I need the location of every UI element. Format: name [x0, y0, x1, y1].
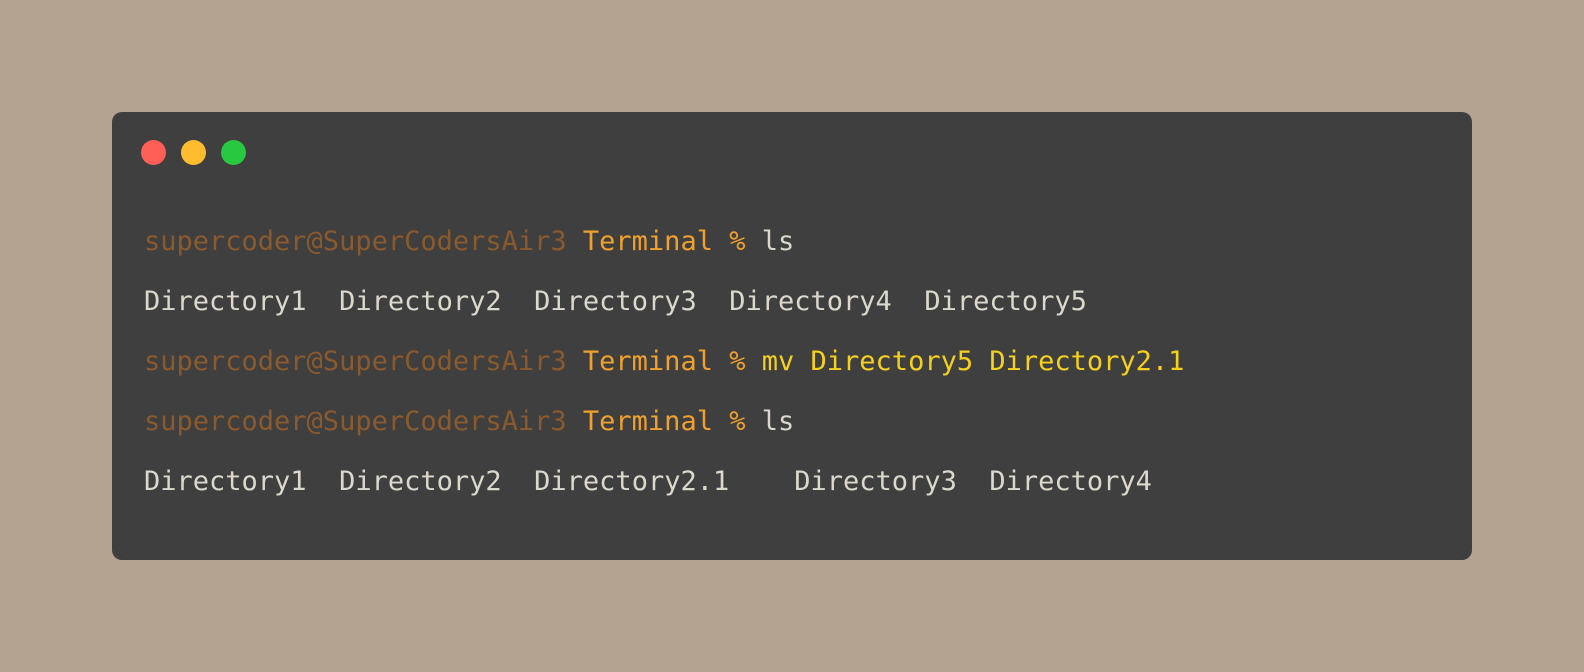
maximize-window-button[interactable]	[221, 140, 246, 165]
minimize-window-button[interactable]	[181, 140, 206, 165]
close-window-button[interactable]	[141, 140, 166, 165]
directory-entry: Directory2	[339, 286, 502, 317]
prompt-user: supercoder@SuperCodersAir3	[144, 406, 567, 437]
directory-entry: Directory3	[534, 286, 697, 317]
terminal-window[interactable]: supercoder@SuperCodersAir3 Terminal % ls…	[112, 112, 1472, 560]
prompt-directory: Terminal	[582, 406, 713, 437]
command-text: ls	[761, 406, 795, 437]
directory-entry: Directory1	[144, 466, 307, 497]
prompt-symbol: %	[729, 346, 746, 377]
terminal-line-output: Directory1 Directory2 Directory3 Directo…	[144, 277, 1452, 337]
prompt-directory: Terminal	[582, 226, 713, 257]
terminal-line-command: supercoder@SuperCodersAir3 Terminal % mv…	[144, 337, 1452, 397]
prompt-symbol: %	[729, 406, 746, 437]
terminal-line-output: Directory1 Directory2 Directory2.1 Direc…	[144, 457, 1452, 517]
prompt-user: supercoder@SuperCodersAir3	[144, 226, 567, 257]
command-arguments: Directory5 Directory2.1	[810, 346, 1185, 377]
command-text: ls	[761, 226, 795, 257]
terminal-output[interactable]: supercoder@SuperCodersAir3 Terminal % ls…	[144, 217, 1452, 517]
prompt-symbol: %	[729, 226, 746, 257]
prompt-user: supercoder@SuperCodersAir3	[144, 346, 567, 377]
directory-entry: Directory2	[339, 466, 502, 497]
directory-entry: Directory2.1	[534, 466, 730, 497]
directory-entry: Directory5	[924, 286, 1087, 317]
prompt-directory: Terminal	[582, 346, 713, 377]
window-controls	[141, 140, 246, 165]
terminal-line-command: supercoder@SuperCodersAir3 Terminal % ls	[144, 397, 1452, 457]
directory-entry: Directory4	[989, 466, 1152, 497]
directory-entry: Directory4	[729, 286, 892, 317]
directory-entry: Directory1	[144, 286, 307, 317]
terminal-line-command: supercoder@SuperCodersAir3 Terminal % ls	[144, 217, 1452, 277]
directory-entry: Directory3	[794, 466, 957, 497]
command-text: mv	[761, 346, 795, 377]
